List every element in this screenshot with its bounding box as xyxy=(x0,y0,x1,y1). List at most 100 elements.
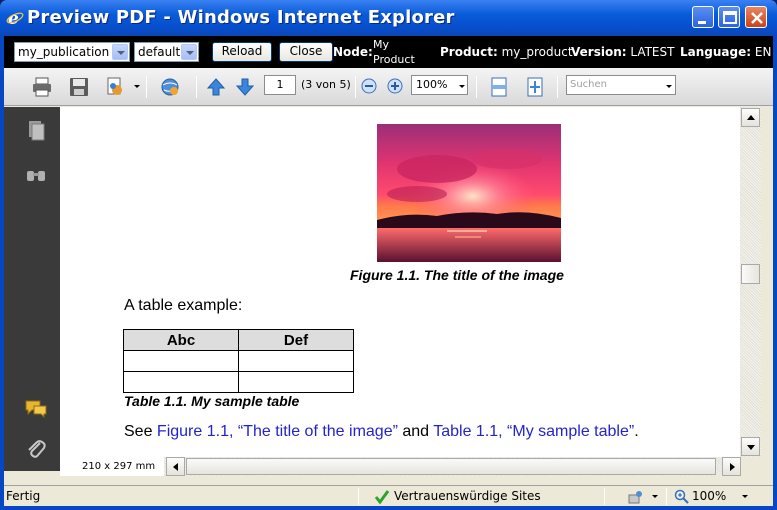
product-label: Product: my_product xyxy=(440,45,573,59)
next-page-icon[interactable] xyxy=(234,76,256,98)
table-cell xyxy=(123,350,239,372)
chevron-down-icon[interactable] xyxy=(742,495,748,498)
table-cell xyxy=(238,350,354,372)
search-icon[interactable] xyxy=(24,163,48,187)
table-header-row: Abc Def xyxy=(123,329,354,351)
zoom-out-icon[interactable] xyxy=(360,77,378,95)
maximize-button[interactable] xyxy=(718,6,740,28)
sunset-image xyxy=(377,124,561,262)
zoom-icon xyxy=(674,489,689,504)
vertical-scroll-thumb[interactable] xyxy=(741,264,760,284)
profile-select-value: default xyxy=(138,45,181,59)
table-row xyxy=(123,371,354,393)
scroll-up-button[interactable] xyxy=(741,108,760,127)
figure-link[interactable]: Figure 1.1, “The title of the image” xyxy=(157,423,398,440)
node-value-line1: My xyxy=(373,38,390,51)
toolbar-divider xyxy=(146,76,147,98)
chevron-down-icon[interactable] xyxy=(134,85,140,88)
status-divider xyxy=(604,488,605,505)
previous-page-icon[interactable] xyxy=(205,76,227,98)
security-zone[interactable]: Vertrauenswürdige Sites xyxy=(394,489,541,503)
xref-middle: and xyxy=(397,423,434,440)
document-share-icon[interactable] xyxy=(105,76,127,98)
scroll-down-button[interactable] xyxy=(741,437,760,456)
navigation-panel xyxy=(4,107,60,471)
save-icon[interactable] xyxy=(68,76,90,98)
node-label: Node: xyxy=(333,45,373,59)
version-label-text: Version: xyxy=(571,45,627,59)
close-button[interactable]: Close xyxy=(279,42,333,62)
attachment-icon[interactable] xyxy=(24,437,48,461)
table-cell xyxy=(238,371,354,393)
close-icon xyxy=(751,12,763,24)
title-bar[interactable]: e Preview PDF - Windows Internet Explore… xyxy=(0,0,777,36)
chevron-down-icon xyxy=(112,44,128,60)
page-number-input[interactable]: 1 xyxy=(264,75,296,95)
minimize-button[interactable] xyxy=(692,6,714,28)
reload-button[interactable]: Reload xyxy=(212,42,272,62)
cross-reference-paragraph: See Figure 1.1, “The title of the image”… xyxy=(124,423,639,441)
zoom-value: 100% xyxy=(416,78,448,91)
toolbar-divider xyxy=(355,76,356,98)
horizontal-scrollbar[interactable] xyxy=(164,457,741,476)
window-title: Preview PDF - Windows Internet Explorer xyxy=(27,7,455,28)
language-value: EN xyxy=(754,45,772,59)
toolbar-divider xyxy=(557,76,558,98)
product-value: my_product xyxy=(501,45,573,59)
figure-caption: Figure 1.1. The title of the image xyxy=(350,267,564,283)
print-icon[interactable] xyxy=(31,76,53,98)
zoom-in-icon[interactable] xyxy=(386,77,404,95)
chevron-down-icon[interactable] xyxy=(666,85,672,88)
table-row xyxy=(123,350,354,372)
minimize-icon xyxy=(698,21,706,24)
node-label-text: Node: xyxy=(333,45,373,59)
vertical-scrollbar[interactable] xyxy=(740,107,761,457)
status-text: Fertig xyxy=(6,489,41,503)
xref-prefix: See xyxy=(124,423,157,440)
horizontal-scroll-thumb[interactable] xyxy=(186,458,716,475)
maximize-icon xyxy=(723,11,737,24)
version-value: LATEST xyxy=(630,45,675,59)
table-caption: Table 1.1. My sample table xyxy=(124,393,300,409)
xref-suffix: . xyxy=(634,423,639,440)
comments-icon[interactable] xyxy=(24,397,48,421)
search-input[interactable]: Suchen xyxy=(566,75,676,95)
toolbar-divider xyxy=(196,76,197,98)
globe-icon[interactable] xyxy=(159,76,181,98)
status-divider xyxy=(358,488,359,505)
chevron-down-icon[interactable] xyxy=(459,85,465,88)
language-label: Language: EN xyxy=(680,45,771,59)
product-label-text: Product: xyxy=(440,45,498,59)
window-body: my_publication default Reload Close Node… xyxy=(4,36,773,506)
scroll-right-button[interactable] xyxy=(722,457,741,476)
page-count: (3 von 5) xyxy=(301,78,351,91)
window-frame-right xyxy=(773,36,777,510)
close-window-button[interactable] xyxy=(745,6,767,28)
fit-width-icon[interactable] xyxy=(488,76,510,98)
table-header-cell: Abc xyxy=(123,329,239,351)
sample-table: Abc Def xyxy=(123,329,354,393)
protected-mode-icon[interactable] xyxy=(627,489,643,505)
ie-logo-icon: e xyxy=(6,9,24,27)
table-header-cell: Def xyxy=(238,329,354,351)
checkmark-icon xyxy=(374,490,390,505)
chevron-down-icon xyxy=(181,44,197,60)
status-zoom-level[interactable]: 100% xyxy=(692,489,726,503)
publication-select[interactable]: my_publication xyxy=(14,42,130,62)
status-bar: Fertig Vertrauenswürdige Sites 100% xyxy=(4,485,773,506)
preview-header: my_publication default Reload Close Node… xyxy=(4,36,773,68)
pages-icon[interactable] xyxy=(24,119,48,143)
window-frame-bottom xyxy=(0,506,777,510)
toolbar-divider xyxy=(476,76,477,98)
table-cell xyxy=(123,371,239,393)
paragraph: A table example: xyxy=(124,297,243,314)
pdf-page: Figure 1.1. The title of the image A tab… xyxy=(60,107,740,457)
chevron-down-icon[interactable] xyxy=(652,495,658,498)
scroll-left-button[interactable] xyxy=(166,457,185,476)
table-link[interactable]: Table 1.1, “My sample table” xyxy=(433,423,634,440)
fit-page-icon[interactable] xyxy=(524,76,546,98)
pdf-toolbar: 1 (3 von 5) 100% Suchen xyxy=(4,68,773,106)
node-value-line2: Product xyxy=(373,53,415,66)
profile-select[interactable]: default xyxy=(134,42,199,62)
language-label-text: Language: xyxy=(680,45,752,59)
